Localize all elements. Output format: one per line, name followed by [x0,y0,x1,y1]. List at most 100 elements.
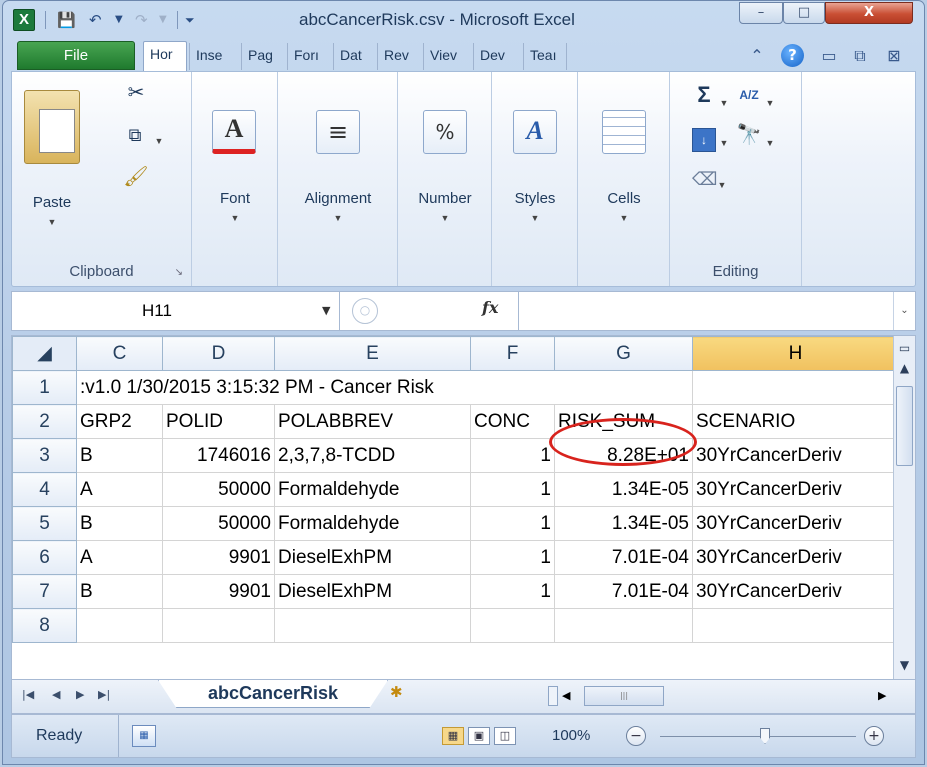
alignment-group[interactable]: ≡ Alignment ▼ [278,72,398,286]
fill-dropdown-icon[interactable]: ▼ [718,134,730,152]
worksheet-grid[interactable]: ◢ C D E F G H 1 :v1.0 1/30/2015 3:15:32 … [11,335,916,680]
paste-icon[interactable] [24,90,80,164]
cell[interactable]: :v1.0 1/30/2015 3:15:32 PM - Cancer Risk [76,370,693,405]
find-select-icon[interactable]: 🔭 [734,125,764,145]
scroll-down-icon[interactable]: ▼ [894,655,915,675]
cell[interactable]: 30YrCancerDeriv [692,540,899,575]
scroll-left-icon[interactable]: ◀ [562,686,570,706]
page-break-preview-icon[interactable]: ◫ [494,727,516,745]
cell[interactable]: 1.34E-05 [554,506,693,541]
cells-group[interactable]: Cells ▼ [578,72,670,286]
cell[interactable]: 7.01E-04 [554,574,693,609]
cell[interactable]: Formaldehyde [274,506,471,541]
tab-file[interactable]: File [17,41,135,70]
column-header[interactable]: E [274,336,471,371]
excel-app-icon[interactable]: X [13,9,35,31]
cell[interactable] [162,608,275,643]
find-dropdown-icon[interactable]: ▼ [764,134,776,152]
cell[interactable]: GRP2 [76,404,163,439]
cell[interactable]: A [76,472,163,507]
tab-data[interactable]: Dat [333,43,377,70]
insert-worksheet-icon[interactable]: ✱ [390,683,403,701]
cell[interactable] [554,608,693,643]
save-icon[interactable]: 💾 [57,9,76,31]
cell[interactable]: 7.01E-04 [554,540,693,575]
redo-icon[interactable]: ↷ [135,9,148,31]
number-group[interactable]: % Number ▼ [398,72,492,286]
cell[interactable] [692,608,899,643]
row-header[interactable]: 8 [12,608,77,643]
cell[interactable]: POLABBREV [274,404,471,439]
cell[interactable]: POLID [162,404,275,439]
cell[interactable]: 9901 [162,540,275,575]
row-header[interactable]: 5 [12,506,77,541]
next-sheet-icon[interactable]: ▶ [76,688,84,701]
cell[interactable] [692,370,899,405]
copy-icon[interactable]: ⧉ [120,126,150,144]
cell[interactable]: 30YrCancerDeriv [692,472,899,507]
paste-button[interactable]: Paste ▼ [20,194,84,231]
styles-group[interactable]: A Styles ▼ [492,72,578,286]
name-box[interactable]: H11 [12,292,340,330]
row-header[interactable]: 7 [12,574,77,609]
formula-bar-expander-icon[interactable]: ○ [352,298,378,324]
cell[interactable]: DieselExhPM [274,574,471,609]
last-sheet-icon[interactable]: ▶| [98,688,110,701]
cell[interactable]: 50000 [162,472,275,507]
cell[interactable]: A [76,540,163,575]
cell[interactable]: 1 [470,506,555,541]
sort-filter-icon[interactable]: A/Z [734,86,764,104]
row-header[interactable]: 6 [12,540,77,575]
prev-sheet-icon[interactable]: ◀ [52,688,60,701]
fill-icon[interactable]: ↓ [692,128,716,152]
cell[interactable]: CONC [470,404,555,439]
cell[interactable]: 50000 [162,506,275,541]
cell[interactable]: 2,3,7,8-TCDD [274,438,471,473]
cell[interactable]: 1.34E-05 [554,472,693,507]
select-all-corner[interactable]: ◢ [12,336,77,371]
column-header-selected[interactable]: H [692,336,899,371]
sheet-tab-active[interactable]: abcCancerRisk [158,680,388,708]
tab-split-handle-icon[interactable] [548,686,558,706]
row-header[interactable]: 1 [12,370,77,405]
horizontal-scrollbar[interactable]: ◀ ||| ▶ [548,686,908,706]
close-workbook-icon[interactable]: ⊠ [883,45,905,67]
expand-formula-bar-icon[interactable]: ⌄ [893,292,915,330]
undo-icon[interactable]: ↶ [89,9,102,31]
vertical-scroll-thumb[interactable] [896,386,913,466]
zoom-in-icon[interactable]: + [864,726,884,746]
redo-dropdown-icon[interactable]: ▼ [159,9,167,31]
cell[interactable]: 30YrCancerDeriv [692,574,899,609]
insert-function-icon[interactable]: fx [482,298,498,317]
cut-icon[interactable]: ✂ [122,83,150,103]
cell[interactable]: B [76,506,163,541]
cell[interactable]: 30YrCancerDeriv [692,438,899,473]
copy-dropdown-icon[interactable]: ▼ [152,132,166,150]
cell[interactable]: RISK_SUM [554,404,693,439]
normal-view-icon[interactable]: ▦ [442,727,464,745]
name-box-dropdown-icon[interactable]: ▼ [322,292,330,330]
cell[interactable]: Formaldehyde [274,472,471,507]
cell[interactable]: DieselExhPM [274,540,471,575]
zoom-level[interactable]: 100% [552,715,590,757]
cell[interactable]: 8.28E+01 [554,438,693,473]
tab-developer[interactable]: Dev [473,43,523,70]
cell[interactable] [274,608,471,643]
font-group[interactable]: A Font ▼ [192,72,278,286]
row-header[interactable]: 3 [12,438,77,473]
tab-view[interactable]: Viev [423,43,473,70]
first-sheet-icon[interactable]: |◀ [22,688,34,701]
minimize-ribbon-icon[interactable]: ⌃ [747,45,767,67]
cell[interactable]: 1746016 [162,438,275,473]
clear-icon[interactable]: ⌫ [692,170,717,188]
cell[interactable]: 1 [470,472,555,507]
row-header[interactable]: 2 [12,404,77,439]
customize-qat-icon[interactable]: ⏷ [185,9,195,31]
zoom-out-icon[interactable]: − [626,726,646,746]
scroll-right-icon[interactable]: ▶ [878,686,886,706]
cell[interactable]: 1 [470,574,555,609]
tab-home[interactable]: Hor [143,41,187,71]
macro-record-icon[interactable]: ▦ [132,725,156,747]
cell[interactable]: 9901 [162,574,275,609]
row-header[interactable]: 4 [12,472,77,507]
